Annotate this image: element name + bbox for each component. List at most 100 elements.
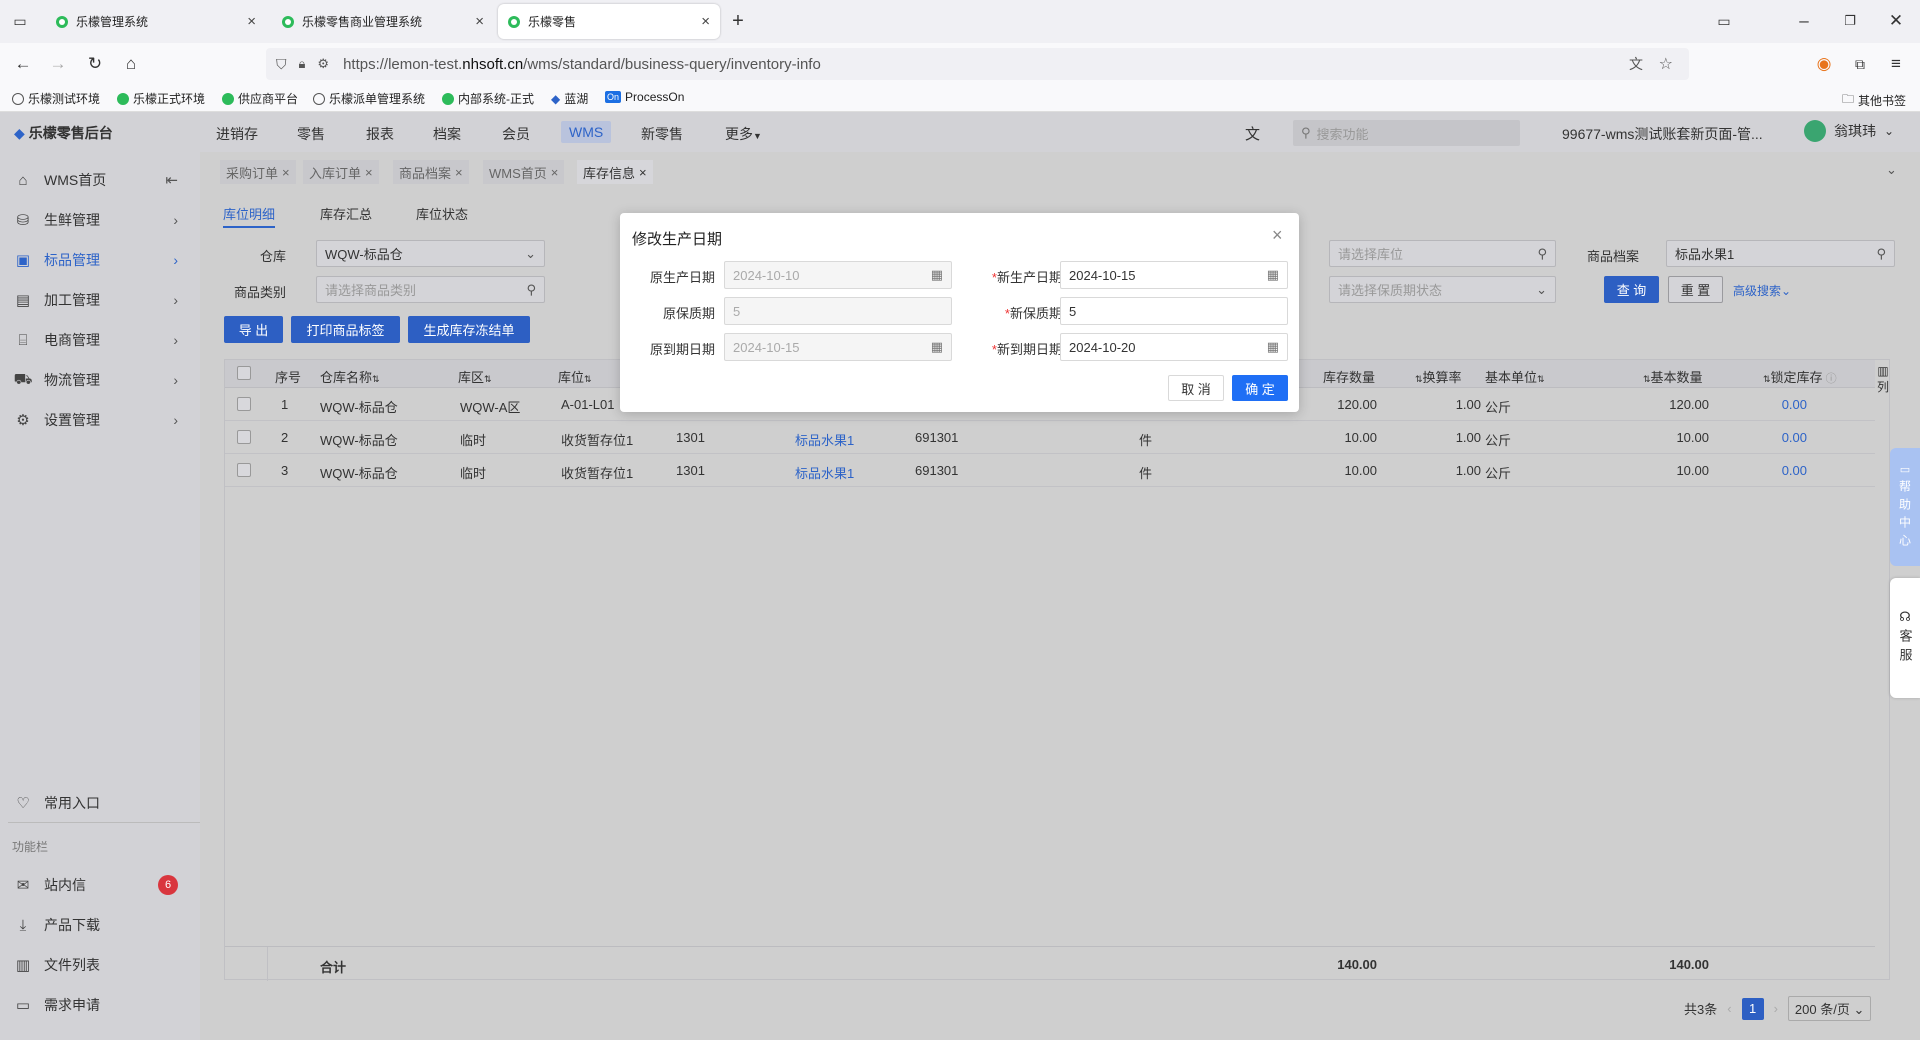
bookmark-item[interactable]: On ProcessOn <box>605 90 684 104</box>
new-shelf-input[interactable]: 5 <box>1060 297 1288 325</box>
forward-icon[interactable]: → <box>46 52 70 76</box>
menu-new-retail[interactable]: 新零售 <box>641 124 683 144</box>
bookmark-star-icon[interactable]: ☆ <box>1659 54 1673 74</box>
worktab-inbound-order[interactable]: 入库订单 × <box>303 160 379 184</box>
close-icon[interactable]: × <box>365 165 373 180</box>
extension-icon[interactable]: ◉ <box>1812 52 1836 76</box>
other-bookmarks[interactable]: 🗀 其他书签 <box>1842 90 1906 111</box>
close-icon[interactable]: × <box>1272 225 1283 246</box>
close-icon[interactable]: × <box>282 165 290 180</box>
export-button[interactable]: 导 出 <box>224 316 283 343</box>
bookmark-item[interactable]: 乐檬派单管理系统 <box>313 90 425 107</box>
sidebar-messages[interactable]: ✉ 站内信 6 <box>0 865 200 905</box>
query-button[interactable]: 查 询 <box>1604 276 1659 303</box>
browser-tab-3[interactable]: 乐檬零售 × <box>498 4 720 39</box>
window-icon[interactable]: ▭ <box>1712 9 1736 33</box>
sidebar-item-fresh[interactable]: ⛁ 生鲜管理 › <box>0 200 200 240</box>
menu-icon[interactable]: ≡ <box>1884 52 1908 76</box>
back-icon[interactable]: ← <box>11 52 35 76</box>
menu-report[interactable]: 报表 <box>366 124 394 144</box>
sidebar-item-wms-home[interactable]: ⌂ WMS首页 ⇤ <box>0 160 200 200</box>
col-base-unit[interactable]: 基本单位⇅ <box>1485 367 1545 386</box>
reset-button[interactable]: 重 置 <box>1668 276 1723 303</box>
customer-service-tab[interactable]: ☊ 客服 <box>1890 578 1920 698</box>
close-icon[interactable]: × <box>455 165 463 180</box>
col-location[interactable]: 库位⇅ <box>558 367 592 386</box>
close-icon[interactable]: × <box>475 13 484 30</box>
function-search[interactable]: ⚲ 搜索功能 <box>1293 120 1520 146</box>
sidebar-files[interactable]: ▥ 文件列表 <box>0 945 200 985</box>
worktab-wms-home[interactable]: WMS首页 × <box>483 160 565 184</box>
window-close-icon[interactable]: ✕ <box>1884 9 1908 33</box>
column-settings[interactable]: ▥ 列 <box>1875 360 1891 408</box>
menu-retail[interactable]: 零售 <box>297 124 325 144</box>
cell-product[interactable]: 标品水果1 <box>795 430 854 449</box>
cell-locked[interactable]: 0.00 <box>1757 463 1807 478</box>
next-page-icon[interactable]: › <box>1774 1001 1778 1016</box>
menu-more[interactable]: 更多▼ <box>725 124 762 144</box>
close-icon[interactable]: × <box>639 165 647 180</box>
new-exp-date-input[interactable]: 2024-10-20 ▦ <box>1060 333 1288 361</box>
col-rate[interactable]: ⇅换算率 <box>1415 367 1462 386</box>
help-center-tab[interactable]: ▭ 帮助中心 <box>1890 448 1920 566</box>
subtab-inventory-summary[interactable]: 库存汇总 <box>320 204 372 223</box>
cancel-button[interactable]: 取 消 <box>1168 375 1224 401</box>
translate-icon[interactable]: 文 <box>1629 54 1643 74</box>
worktab-purchase-order[interactable]: 采购订单 × <box>220 160 296 184</box>
worktab-product-archive[interactable]: 商品档案 × <box>393 160 469 184</box>
language-icon[interactable]: 文 <box>1245 123 1260 144</box>
col-warehouse[interactable]: 仓库名称⇅ <box>320 367 380 386</box>
warehouse-select[interactable]: WQW-标品仓 ⌄ <box>316 240 545 267</box>
col-zone[interactable]: 库区⇅ <box>458 367 492 386</box>
freeze-order-button[interactable]: 生成库存冻结单 <box>408 316 530 343</box>
browser-tab-1[interactable]: 乐檬管理系统 × <box>46 4 266 39</box>
home-icon[interactable]: ⌂ <box>119 52 143 76</box>
app-logo[interactable]: ◆ 乐檬零售后台 <box>14 123 113 143</box>
sidebar-requests[interactable]: ▭ 需求申请 <box>0 985 200 1025</box>
page-size-select[interactable]: 200 条/页 ⌄ <box>1787 996 1872 1021</box>
print-label-button[interactable]: 打印商品标签 <box>291 316 400 343</box>
menu-archive[interactable]: 档案 <box>433 124 461 144</box>
menu-member[interactable]: 会员 <box>502 124 530 144</box>
user-menu[interactable]: 翁琪玮 ⌄ <box>1804 120 1894 142</box>
tab-list-icon[interactable]: ▭ <box>8 9 32 33</box>
cell-locked[interactable]: 0.00 <box>1757 397 1807 412</box>
select-all-checkbox[interactable] <box>237 366 251 380</box>
category-select[interactable]: 请选择商品类别 ⚲ <box>316 276 545 303</box>
sidebar-item-standard[interactable]: ▣ 标品管理 › <box>0 240 200 280</box>
product-input[interactable]: 标品水果1 ⚲ <box>1666 240 1895 267</box>
sidebar-item-processing[interactable]: ▤ 加工管理 › <box>0 280 200 320</box>
advanced-search-link[interactable]: 高级搜索⌄ <box>1733 282 1791 299</box>
row-checkbox[interactable] <box>237 397 251 411</box>
new-tab-icon[interactable]: + <box>726 9 750 33</box>
cell-product[interactable]: 标品水果1 <box>795 463 854 482</box>
col-locked[interactable]: ⇅锁定库存 ⓘ <box>1763 367 1837 386</box>
menu-wms[interactable]: WMS <box>561 121 612 143</box>
sidebar-item-ecommerce[interactable]: ⌸ 电商管理 › <box>0 320 200 360</box>
restore-icon[interactable]: ❐ <box>1838 9 1862 33</box>
row-checkbox[interactable] <box>237 430 251 444</box>
sidebar-download[interactable]: ⤓ 产品下载 <box>0 905 200 945</box>
close-icon[interactable]: × <box>247 13 256 30</box>
col-base-qty[interactable]: ⇅基本数量 <box>1643 367 1703 386</box>
confirm-button[interactable]: 确 定 <box>1232 375 1288 401</box>
bookmark-item[interactable]: 供应商平台 <box>222 90 298 107</box>
prev-page-icon[interactable]: ‹ <box>1727 1001 1731 1016</box>
row-checkbox[interactable] <box>237 463 251 477</box>
sidebar-item-settings[interactable]: ⚙ 设置管理 › <box>0 400 200 440</box>
new-prod-date-input[interactable]: 2024-10-15 ▦ <box>1060 261 1288 289</box>
col-stock-qty[interactable]: 库存数量 <box>1311 367 1375 386</box>
address-bar[interactable]: ⛉ 🔒︎ ⚙ https://lemon-test.nhsoft.cn/wms/… <box>266 48 1689 80</box>
sidebar-item-logistics[interactable]: ⛟ 物流管理 › <box>0 360 200 400</box>
subtab-location-status[interactable]: 库位状态 <box>416 204 468 223</box>
browser-tab-2[interactable]: 乐檬零售商业管理系统 × <box>272 4 494 39</box>
table-row[interactable]: 3 WQW-标品仓 临时 收货暂存位1 1301 标品水果1 691301 件 … <box>225 454 1875 487</box>
shelf-status-select[interactable]: 请选择保质期状态 ⌄ <box>1329 276 1556 303</box>
table-row[interactable]: 2 WQW-标品仓 临时 收货暂存位1 1301 标品水果1 691301 件 … <box>225 421 1875 454</box>
sidebar-common-entry[interactable]: ♡ 常用入口 <box>0 783 200 823</box>
location-select[interactable]: 请选择库位 ⚲ <box>1329 240 1556 267</box>
cell-locked[interactable]: 0.00 <box>1757 430 1807 445</box>
page-1[interactable]: 1 <box>1741 997 1764 1020</box>
bookmark-item[interactable]: 乐檬测试环境 <box>12 90 100 107</box>
close-icon[interactable]: × <box>701 13 710 30</box>
